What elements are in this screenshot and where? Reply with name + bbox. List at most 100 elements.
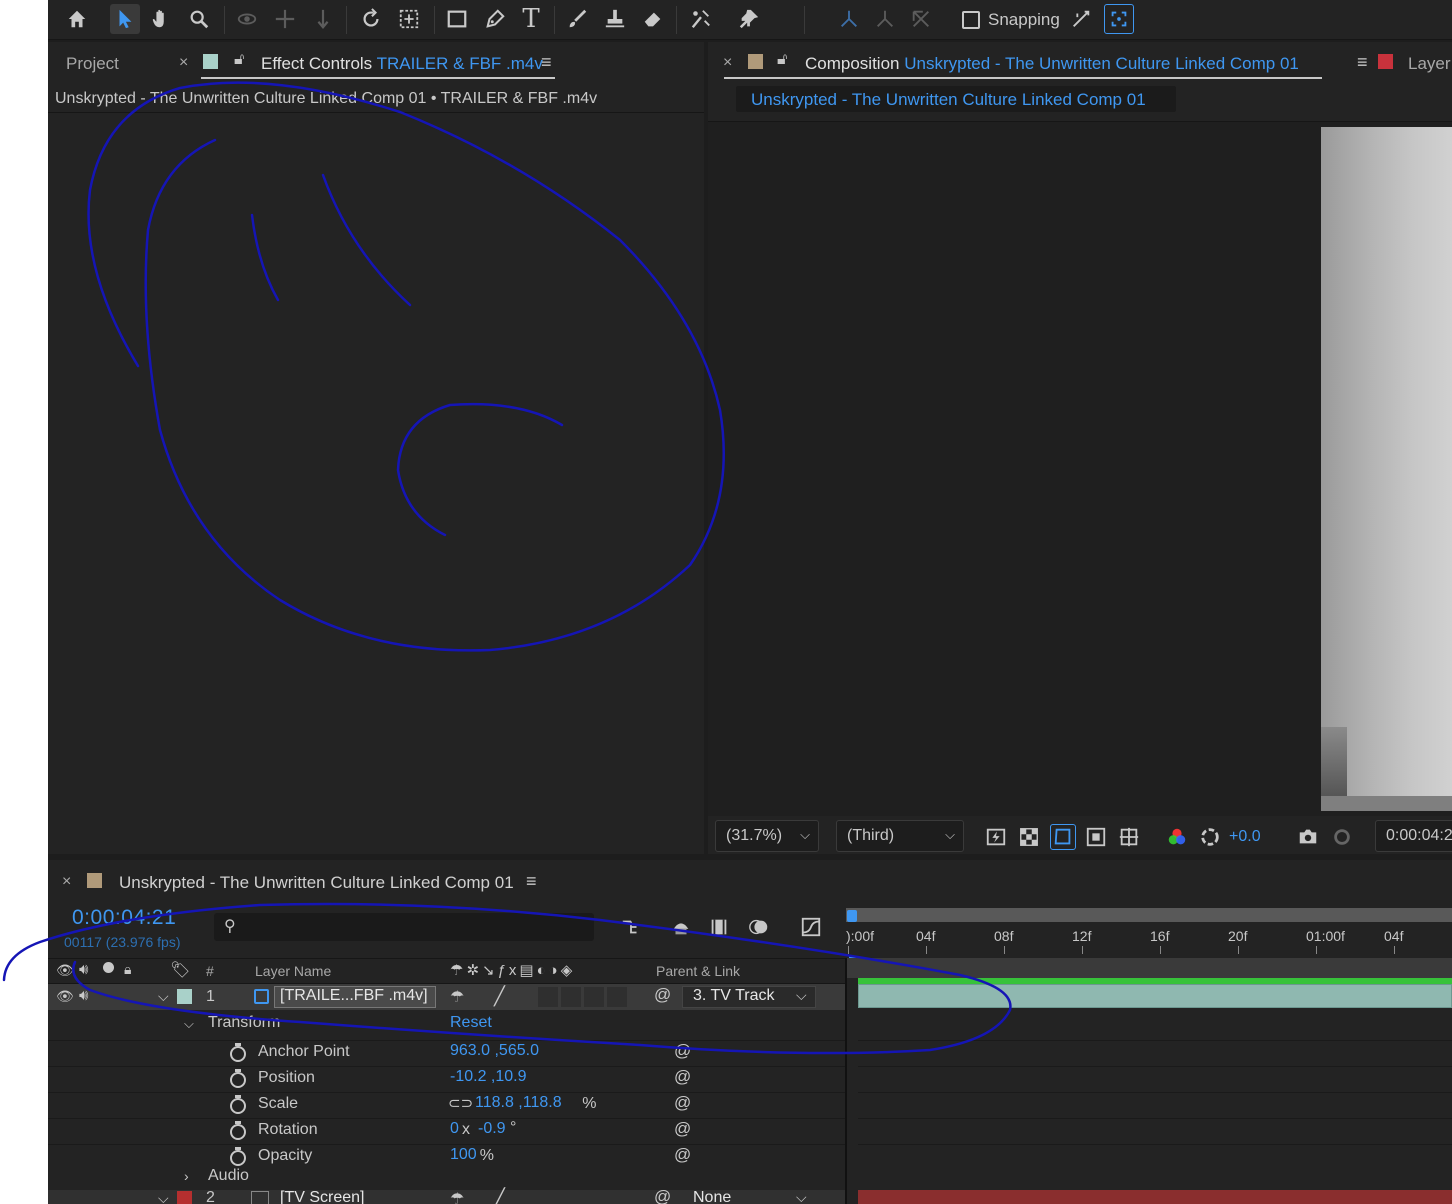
lock-icon[interactable]: 🔓︎ (234, 51, 244, 69)
expression-pick-whip-icon[interactable]: @ (674, 1145, 691, 1165)
home-icon[interactable] (62, 4, 92, 34)
column-layer-name[interactable]: Layer Name (255, 963, 331, 979)
snap-features-icon[interactable] (1104, 4, 1134, 34)
tab-composition[interactable]: Composition Unskrypted - The Unwritten C… (805, 54, 1299, 74)
eye-icon[interactable]: 👁︎ (56, 988, 74, 1005)
pan-behind-icon[interactable] (394, 4, 424, 34)
shy-switch-icon[interactable]: ☂ (450, 1189, 464, 1204)
layer-1-label-color[interactable] (177, 989, 192, 1004)
stopwatch-icon[interactable] (230, 1147, 246, 1166)
tab-layer[interactable]: Layer (1408, 54, 1451, 74)
quality-switch-icon[interactable]: ╱ (494, 986, 505, 1007)
shy-layers-icon[interactable] (668, 914, 694, 940)
expression-pick-whip-icon[interactable]: @ (674, 1119, 691, 1139)
transform-reset[interactable]: Reset (450, 1014, 492, 1032)
property-value[interactable]: -0.9 (478, 1120, 506, 1138)
grid-guides-icon[interactable] (1116, 824, 1142, 850)
timeline-comp-tab[interactable]: Unskrypted - The Unwritten Culture Linke… (119, 873, 514, 893)
clone-stamp-icon[interactable] (600, 4, 630, 34)
close-icon[interactable]: × (179, 54, 188, 72)
magnification-dropdown[interactable]: (31.7%) ⌵ (715, 820, 819, 852)
property-row[interactable] (48, 1144, 846, 1169)
selection-tool-icon[interactable] (110, 4, 140, 34)
tab-project[interactable]: Project (66, 54, 119, 74)
transform-label[interactable]: Transform (208, 1014, 280, 1032)
property-value[interactable]: 963.0 ,565.0 (450, 1042, 539, 1060)
work-area-start-handle[interactable] (847, 910, 857, 922)
expression-pick-whip-icon[interactable]: @ (674, 1067, 691, 1087)
quality-switch-icon[interactable]: ╱ (494, 1188, 505, 1204)
snapshot-camera-icon[interactable] (1295, 824, 1321, 850)
stopwatch-icon[interactable] (230, 1069, 246, 1088)
property-row[interactable] (48, 1092, 846, 1117)
property-value[interactable]: 100 (450, 1146, 477, 1164)
graph-editor-icon[interactable] (798, 914, 824, 940)
twirl-down-icon[interactable]: ⌵ (158, 1190, 169, 1204)
mask-visibility-icon[interactable] (1050, 824, 1076, 850)
roto-brush-icon[interactable] (686, 4, 716, 34)
current-time-display[interactable]: 0:00:04:2 (1375, 820, 1452, 852)
work-area-bar[interactable] (846, 908, 1452, 922)
rectangle-tool-icon[interactable] (442, 4, 472, 34)
frame-blending-icon[interactable] (706, 914, 732, 940)
property-row[interactable] (48, 1118, 846, 1143)
expression-pick-whip-icon[interactable]: @ (674, 1041, 691, 1061)
transparency-grid-icon[interactable] (1016, 824, 1042, 850)
property-keyframe-track[interactable] (858, 1144, 1452, 1169)
type-tool-icon[interactable]: T (516, 4, 546, 34)
stopwatch-icon[interactable] (230, 1121, 246, 1140)
property-keyframe-track[interactable] (858, 1040, 1452, 1065)
pan-camera-icon[interactable] (270, 4, 300, 34)
rotate-tool-icon[interactable] (356, 4, 386, 34)
orbit-camera-icon[interactable] (232, 4, 262, 34)
resolution-dropdown[interactable]: (Third) ⌵ (836, 820, 964, 852)
motion-blur-icon[interactable] (746, 914, 772, 940)
exposure-value[interactable]: +0.0 (1229, 828, 1261, 846)
timeline-search-input[interactable]: ⚲ (214, 913, 594, 941)
brush-tool-icon[interactable] (562, 4, 592, 34)
layer-2-parent[interactable]: None (693, 1189, 731, 1204)
audio-twirl-icon[interactable]: › (184, 1168, 189, 1184)
property-keyframe-track[interactable] (858, 1118, 1452, 1143)
puppet-pin-icon[interactable] (734, 4, 764, 34)
twirl-down-icon[interactable]: ⌵ (158, 988, 169, 1005)
stopwatch-icon[interactable] (230, 1095, 246, 1114)
fast-previews-icon[interactable] (983, 824, 1009, 850)
panel-menu-icon[interactable]: ≡ (1357, 52, 1368, 73)
show-snapshot-icon[interactable] (1329, 824, 1355, 850)
world-axis-icon[interactable] (870, 4, 900, 34)
audio-label[interactable]: Audio (208, 1167, 249, 1185)
property-keyframe-track[interactable] (858, 1066, 1452, 1091)
layer-2-duration-bar[interactable] (858, 1190, 1452, 1204)
pick-whip-icon[interactable]: @ (654, 985, 671, 1005)
time-ruler[interactable] (846, 922, 1452, 956)
composition-mini-flowchart-icon[interactable] (618, 914, 644, 940)
tab-effect-controls[interactable]: Effect Controls TRAILER & FBF .m4v (261, 54, 543, 74)
local-axis-icon[interactable] (834, 4, 864, 34)
snap-edges-icon[interactable] (1066, 4, 1096, 34)
pick-whip-icon[interactable]: @ (654, 1187, 671, 1204)
property-value[interactable]: 118.8 ,118.8 (475, 1094, 562, 1112)
reset-exposure-icon[interactable] (1197, 824, 1223, 850)
panel-menu-icon[interactable]: ≡ (541, 52, 552, 73)
view-axis-icon[interactable] (906, 4, 936, 34)
zoom-tool-icon[interactable] (184, 4, 214, 34)
lock-icon[interactable]: 🔓︎ (777, 51, 787, 69)
eraser-tool-icon[interactable] (638, 4, 668, 34)
dolly-camera-icon[interactable] (308, 4, 338, 34)
layer-1-duration-bar[interactable] (858, 984, 1452, 1008)
expression-pick-whip-icon[interactable]: @ (674, 1093, 691, 1113)
transform-twirl-icon[interactable]: ⌵ (184, 1016, 194, 1032)
property-keyframe-track[interactable] (858, 1092, 1452, 1117)
shy-switch-icon[interactable]: ☂ (450, 987, 464, 1007)
layer-2-name[interactable]: [TV Screen] (280, 1189, 364, 1204)
pen-tool-icon[interactable] (480, 4, 510, 34)
layer-2-label-color[interactable] (177, 1191, 192, 1204)
speaker-icon[interactable]: 🔊︎ (79, 987, 88, 1004)
current-time[interactable]: 0:00:04:21 (72, 906, 176, 930)
property-row[interactable] (48, 1066, 846, 1091)
close-icon[interactable]: × (723, 54, 732, 72)
close-icon[interactable]: × (62, 873, 71, 891)
property-row[interactable] (48, 1040, 846, 1065)
channel-icon[interactable] (1164, 824, 1190, 850)
